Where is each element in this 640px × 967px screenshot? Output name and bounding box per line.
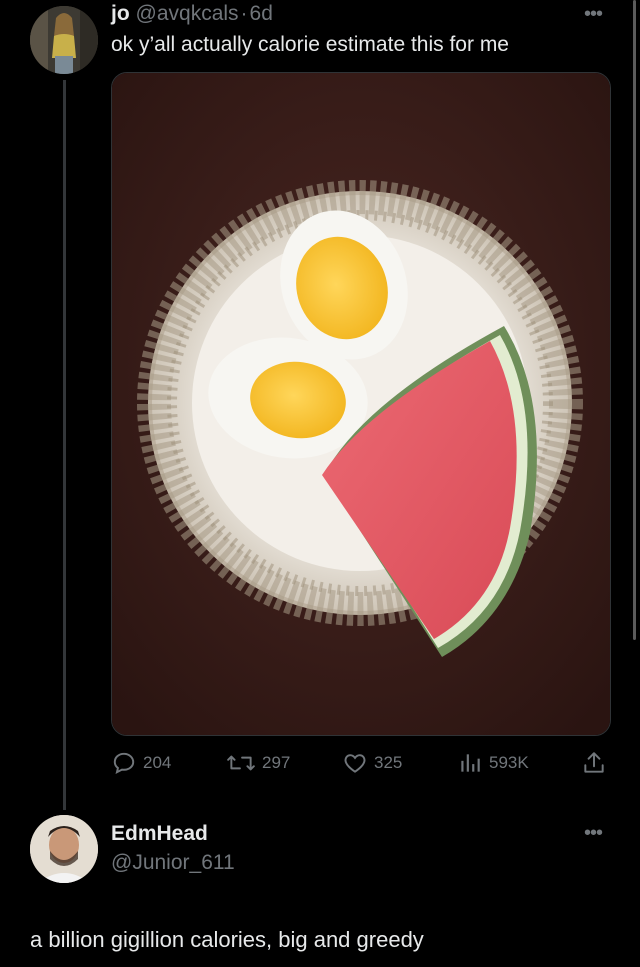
like-count: 325 [374,753,403,772]
reply-author-avatar[interactable] [30,815,98,883]
retweet-icon [227,755,255,771]
reply-avatar-image [30,815,98,883]
tweet-timestamp[interactable]: 6d [250,2,273,25]
more-dots-icon: ••• [584,3,603,25]
retweet-button[interactable]: 297 [226,748,290,778]
tweet-more-button[interactable]: ••• [584,4,603,24]
share-button[interactable] [581,748,613,778]
analytics-bars-icon [461,754,480,772]
more-dots-icon: ••• [584,822,603,844]
tweet-action-bar: 204 297 325 593K [111,748,616,778]
author-handle[interactable]: @avqkcals [136,2,239,25]
author-avatar[interactable] [30,6,98,74]
heart-icon [344,754,366,773]
food-photo [112,73,610,735]
author-avatar-image [30,6,98,74]
reply-text: a billion gigillion calories, big and gr… [30,927,424,952]
reply-author-handle[interactable]: @Junior_611 [111,851,235,875]
thread-connector-line [63,80,66,810]
reply-bubble-icon [113,752,135,775]
tweet-media-photo[interactable] [111,72,611,736]
reply-button[interactable]: 204 [111,748,171,778]
meta-separator: · [240,2,248,25]
reply-author-name[interactable]: EdmHead [111,822,208,846]
tweet-author-line: jo @avqkcals·6d [111,2,273,26]
reply-more-button[interactable]: ••• [584,823,603,843]
author-display-name[interactable]: jo [111,2,130,25]
page-scrollbar[interactable] [633,0,636,640]
views-button[interactable]: 593K [457,748,529,778]
views-count: 593K [489,753,529,772]
reply-count: 204 [143,753,172,772]
tweet-text: ok y’all actually calorie estimate this … [111,33,509,56]
share-upload-icon [584,752,604,773]
like-button[interactable]: 325 [342,748,402,778]
retweet-count: 297 [262,753,291,772]
